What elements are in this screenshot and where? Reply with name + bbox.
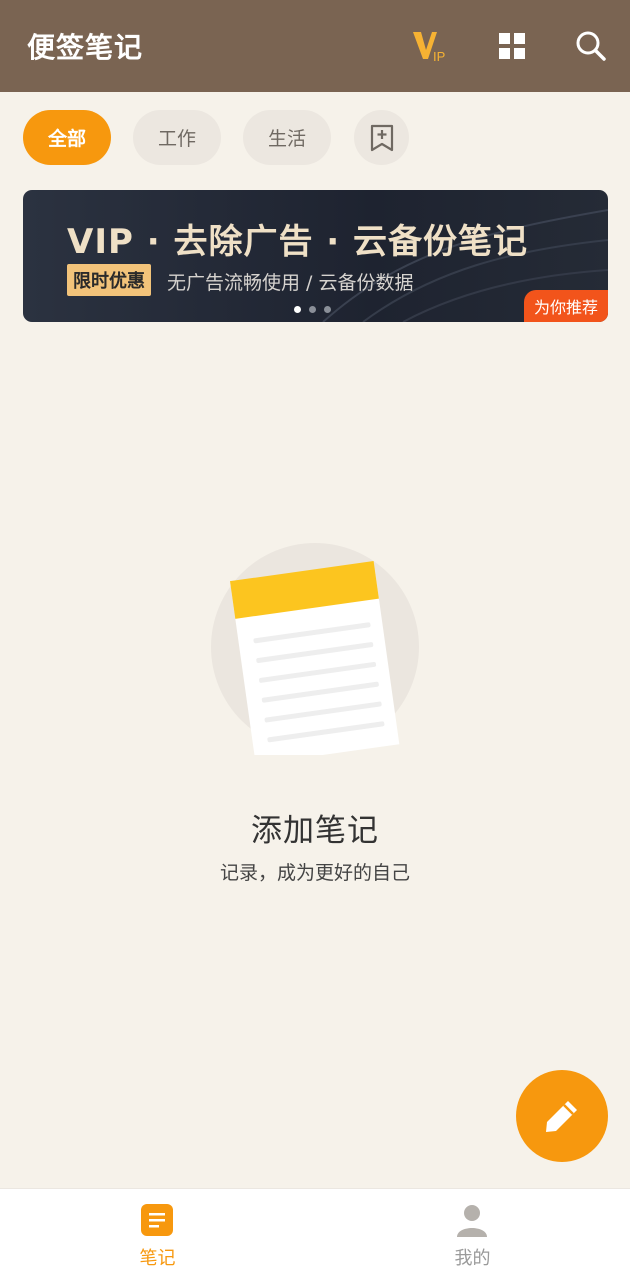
svg-text:IP: IP — [433, 49, 445, 64]
empty-state-title: 添加笔记 — [251, 813, 379, 849]
app-header: 便签笔记 IP — [0, 0, 630, 92]
notes-icon — [141, 1204, 173, 1236]
banner-pagination — [294, 306, 331, 313]
search-icon[interactable] — [571, 26, 611, 66]
add-tag-icon — [370, 124, 393, 151]
bottom-nav: 笔记 我的 — [0, 1188, 630, 1280]
new-note-button[interactable] — [516, 1070, 608, 1162]
banner-title: VIP · 去除广告 · 云备份笔记 — [67, 222, 529, 262]
banner-badge: 限时优惠 — [67, 264, 151, 296]
banner-dot — [294, 306, 301, 313]
grid-icon[interactable] — [492, 26, 532, 66]
chip-life[interactable]: 生活 — [243, 110, 331, 165]
empty-notes-illustration — [211, 543, 419, 755]
app-title: 便签笔记 — [27, 31, 144, 64]
nav-item-mine[interactable]: 我的 — [315, 1189, 630, 1280]
nav-label-mine: 我的 — [454, 1248, 491, 1269]
banner-dot — [324, 306, 331, 313]
pencil-icon — [546, 1101, 577, 1132]
vip-icon[interactable]: IP — [410, 26, 450, 66]
nav-label-notes: 笔记 — [139, 1248, 176, 1269]
add-tag-button[interactable] — [354, 110, 409, 165]
vip-promo-banner[interactable]: VIP · 去除广告 · 云备份笔记 限时优惠 无广告流畅使用 / 云备份数据 … — [23, 190, 608, 322]
recommend-tag: 为你推荐 — [524, 290, 608, 322]
empty-state-subtitle: 记录，成为更好的自己 — [219, 862, 410, 884]
user-icon — [457, 1205, 487, 1237]
banner-subtitle: 无广告流畅使用 / 云备份数据 — [167, 272, 414, 294]
chip-work[interactable]: 工作 — [133, 110, 221, 165]
nav-item-notes[interactable]: 笔记 — [0, 1189, 315, 1280]
banner-dot — [309, 306, 316, 313]
chip-all[interactable]: 全部 — [23, 110, 111, 165]
filter-chips: 全部 工作 生活 — [0, 110, 630, 166]
